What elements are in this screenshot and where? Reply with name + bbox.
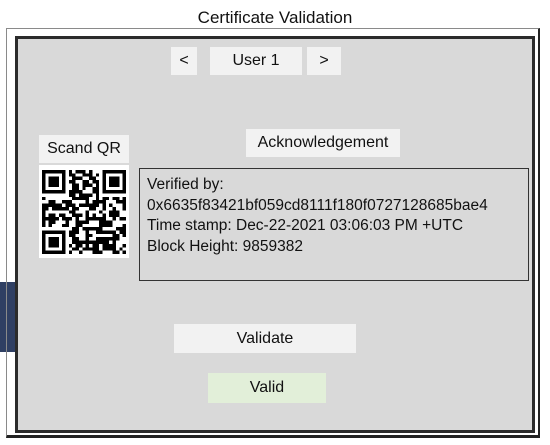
window-title: Certificate Validation bbox=[197, 8, 353, 27]
block-height-text: Block Height: 9859382 bbox=[147, 237, 303, 255]
verified-by-address: 0x6635f83421bf059cd8111f180f0727128685ba… bbox=[147, 196, 488, 214]
user-selector[interactable]: User 1 bbox=[210, 47, 302, 75]
validate-button[interactable]: Validate bbox=[174, 324, 356, 353]
acknowledgement-button[interactable]: Acknowledgement bbox=[246, 129, 400, 157]
scan-qr-button[interactable]: Scand QR bbox=[39, 135, 129, 163]
timestamp-text: Time stamp: Dec-22-2021 03:06:03 PM +UTC bbox=[147, 217, 464, 234]
qr-code-icon bbox=[39, 165, 129, 258]
qr-code-graphic bbox=[42, 169, 126, 254]
verified-by-label: Verified by: bbox=[147, 176, 224, 193]
certificate-validation-window: Certificate Validation < User 1 > Scand … bbox=[0, 0, 550, 445]
previous-user-button[interactable]: < bbox=[171, 47, 197, 75]
valid-status-badge: Valid bbox=[208, 373, 326, 403]
next-user-button[interactable]: > bbox=[307, 47, 341, 75]
verification-details: Verified by: 0x6635f83421bf059cd8111f180… bbox=[139, 168, 529, 281]
